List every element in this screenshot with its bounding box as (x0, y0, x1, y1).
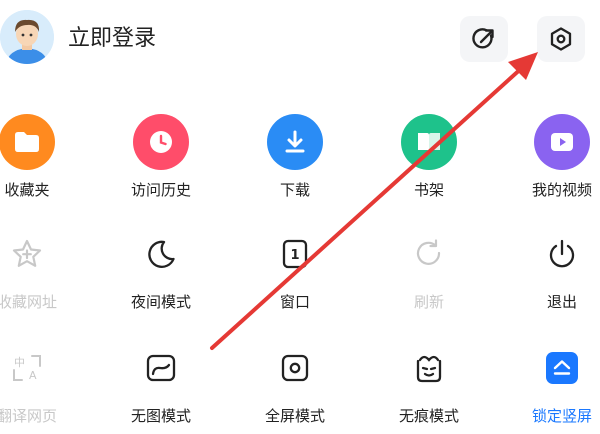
refresh-icon (401, 226, 457, 282)
avatar-icon (0, 10, 54, 64)
menu-item-fullscreen[interactable]: 全屏模式 (240, 340, 350, 426)
play-icon (534, 114, 590, 170)
translate-icon: 中A (0, 340, 55, 396)
login-link[interactable]: 立即登录 (68, 24, 156, 54)
menu-item-label: 收藏夹 (4, 181, 50, 199)
svg-text:A: A (29, 369, 37, 382)
menu-item-lock-portrait[interactable]: 锁定竖屏 (507, 340, 600, 426)
clock-icon (133, 114, 189, 170)
book-icon (401, 114, 457, 170)
menu-item-label: 书架 (413, 181, 444, 199)
folder-icon (0, 114, 55, 170)
menu-item-my-videos[interactable]: 我的视频 (507, 114, 600, 200)
no-image-icon (133, 340, 189, 396)
menu-item-translate[interactable]: 中A 翻译网页 (0, 340, 82, 426)
settings-icon (550, 27, 572, 51)
menu-item-windows[interactable]: 1 窗口 (240, 226, 350, 312)
menu-item-label: 退出 (546, 293, 577, 311)
menu-item-night-mode[interactable]: 夜间模式 (106, 226, 216, 312)
menu-item-label: 下载 (279, 181, 310, 199)
menu-item-favorites[interactable]: 收藏夹 (0, 114, 82, 200)
svg-text:中: 中 (14, 356, 25, 369)
power-icon (534, 226, 590, 282)
avatar[interactable] (0, 10, 54, 64)
menu-item-label: 我的视频 (531, 181, 592, 199)
share-button[interactable] (460, 16, 508, 62)
window-count-icon: 1 (267, 226, 323, 282)
menu-item-downloads[interactable]: 下载 (240, 114, 350, 200)
menu-item-label: 收藏网址 (0, 293, 57, 311)
settings-button[interactable] (537, 16, 585, 62)
menu-item-add-bookmark[interactable]: 收藏网址 (0, 226, 82, 312)
menu-item-exit[interactable]: 退出 (507, 226, 600, 312)
menu-item-label: 无痕模式 (398, 407, 459, 425)
menu-item-no-image-mode[interactable]: 无图模式 (106, 340, 216, 426)
menu-item-label: 锁定竖屏 (531, 407, 592, 425)
menu-item-label: 夜间模式 (130, 293, 191, 311)
fullscreen-icon (267, 340, 323, 396)
incognito-icon (401, 340, 457, 396)
menu-item-label: 访问历史 (130, 181, 191, 199)
lock-portrait-icon (534, 340, 590, 396)
menu-header: 立即登录 (0, 0, 600, 80)
star-add-icon (0, 226, 55, 282)
menu-item-refresh[interactable]: 刷新 (374, 226, 484, 312)
menu-item-label: 无图模式 (130, 407, 191, 425)
menu-item-label: 刷新 (413, 293, 444, 311)
window-count: 1 (290, 248, 299, 263)
download-icon (267, 114, 323, 170)
menu-item-bookshelf[interactable]: 书架 (374, 114, 484, 200)
menu-item-label: 窗口 (279, 293, 310, 311)
menu-item-history[interactable]: 访问历史 (106, 114, 216, 200)
moon-icon (133, 226, 189, 282)
menu-item-label: 全屏模式 (264, 407, 325, 425)
menu-item-label: 翻译网页 (0, 407, 57, 425)
menu-item-incognito[interactable]: 无痕模式 (374, 340, 484, 426)
share-icon (472, 28, 494, 49)
